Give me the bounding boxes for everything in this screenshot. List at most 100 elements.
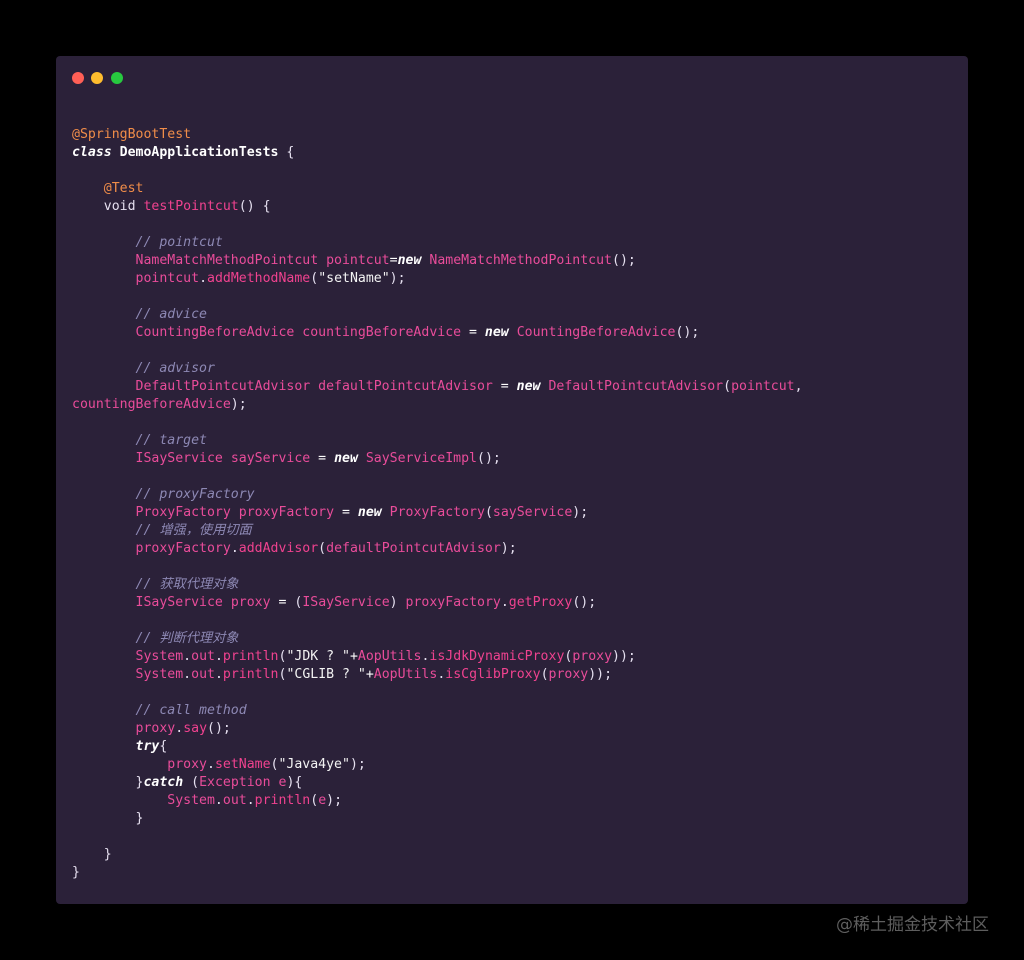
code-token: class bbox=[72, 145, 112, 160]
minimize-dot[interactable] bbox=[91, 72, 103, 84]
code-token: catch bbox=[143, 775, 184, 790]
code-token: . bbox=[214, 793, 223, 808]
code-line: ISayService sayService = new SayServiceI… bbox=[72, 450, 803, 468]
code-token: System bbox=[135, 649, 184, 664]
code-token: CountingBeforeAdvice bbox=[135, 325, 295, 340]
code-line: void testPointcut() { bbox=[72, 198, 803, 216]
code-line: ISayService proxy = (ISayService) proxyF… bbox=[72, 594, 803, 612]
code-token: proxy bbox=[135, 721, 176, 736]
code-line: System.out.println("JDK ? "+AopUtils.isJ… bbox=[72, 648, 803, 666]
code-token: . bbox=[500, 595, 509, 610]
code-token: sayService bbox=[230, 451, 311, 466]
code-token: proxyFactory bbox=[135, 541, 231, 556]
code-token: out bbox=[191, 667, 215, 682]
code-token: // proxyFactory bbox=[135, 487, 255, 502]
code-token: , bbox=[794, 379, 803, 394]
code-token: "CGLIB ? " bbox=[286, 667, 366, 682]
code-line: DefaultPointcutAdvisor defaultPointcutAd… bbox=[72, 378, 803, 396]
code-token: // target bbox=[135, 433, 207, 448]
code-line: // call method bbox=[72, 702, 803, 720]
code-token: ( bbox=[318, 541, 327, 556]
code-token: proxy bbox=[572, 649, 613, 664]
code-token: defaultPointcutAdvisor bbox=[318, 379, 493, 394]
code-token: ); bbox=[326, 793, 343, 808]
code-line: }catch (Exception e){ bbox=[72, 774, 803, 792]
code-token: out bbox=[222, 793, 247, 808]
code-token: = bbox=[334, 505, 358, 520]
code-token: ) bbox=[389, 595, 406, 610]
code-token: pointcut bbox=[731, 379, 795, 394]
code-token: new bbox=[334, 451, 358, 466]
code-token: // 判断代理对象 bbox=[135, 631, 239, 646]
code-token: (); bbox=[207, 721, 231, 736]
code-token: ( bbox=[310, 271, 319, 286]
code-token: ); bbox=[389, 271, 406, 286]
code-line: ProxyFactory proxyFactory = new ProxyFac… bbox=[72, 504, 803, 522]
code-token: void bbox=[72, 199, 144, 214]
code-token: . bbox=[183, 667, 192, 682]
close-dot[interactable] bbox=[72, 72, 84, 84]
code-token: . bbox=[230, 541, 239, 556]
code-token: getProxy bbox=[508, 595, 573, 610]
code-token: sayService bbox=[492, 505, 573, 520]
code-token: defaultPointcutAdvisor bbox=[326, 541, 501, 556]
code-block: @SpringBootTest class DemoApplicationTest… bbox=[72, 126, 803, 882]
code-token: Exception bbox=[199, 775, 271, 790]
code-token: pointcut bbox=[135, 271, 200, 286]
code-token: NameMatchMethodPointcut bbox=[429, 253, 612, 268]
code-token: ( bbox=[183, 775, 200, 790]
maximize-dot[interactable] bbox=[111, 72, 123, 84]
code-token: isJdkDynamicProxy bbox=[429, 649, 565, 664]
code-token: addAdvisor bbox=[238, 541, 319, 556]
code-token: SayServiceImpl bbox=[365, 451, 477, 466]
code-token: @Test bbox=[103, 181, 144, 196]
code-line: // 获取代理对象 bbox=[72, 576, 803, 594]
code-token: . bbox=[214, 667, 223, 682]
code-token: @SpringBootTest bbox=[72, 127, 192, 142]
code-token: // pointcut bbox=[135, 235, 223, 250]
code-token: AopUtils bbox=[373, 667, 438, 682]
code-token: "Java4ye" bbox=[278, 757, 350, 772]
code-token: ISayService bbox=[302, 595, 390, 610]
code-token: println bbox=[254, 793, 311, 808]
code-token: ISayService bbox=[135, 451, 223, 466]
code-line: proxy.say(); bbox=[72, 720, 803, 738]
code-token: ( bbox=[540, 667, 549, 682]
code-line: System.out.println("CGLIB ? "+AopUtils.i… bbox=[72, 666, 803, 684]
code-token: testPointcut bbox=[143, 199, 239, 214]
code-token: } bbox=[72, 775, 144, 790]
code-line: // pointcut bbox=[72, 234, 803, 252]
code-token: NameMatchMethodPointcut bbox=[135, 253, 319, 268]
code-token: println bbox=[222, 667, 279, 682]
code-line: // 判断代理对象 bbox=[72, 630, 803, 648]
code-token: ( bbox=[723, 379, 732, 394]
code-line: // advice bbox=[72, 306, 803, 324]
code-token: // 获取代理对象 bbox=[135, 577, 239, 592]
code-line: @SpringBootTest bbox=[72, 126, 803, 144]
code-token: new bbox=[357, 505, 382, 520]
code-token: } bbox=[72, 811, 144, 826]
code-token: try bbox=[135, 739, 160, 754]
